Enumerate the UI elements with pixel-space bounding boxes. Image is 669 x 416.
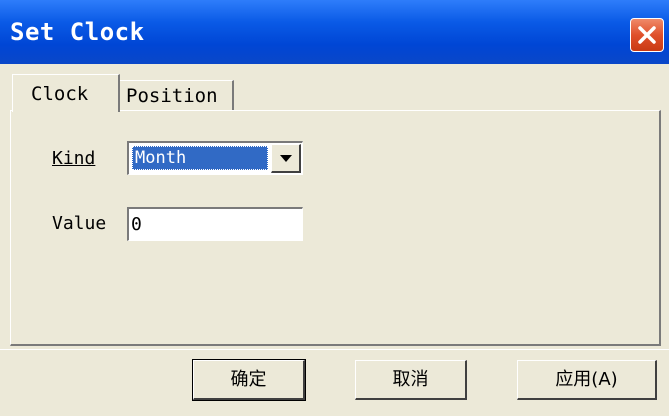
- kind-label-text: Kind: [52, 148, 96, 169]
- tab-position[interactable]: Position: [118, 80, 234, 110]
- kind-label: Kind: [52, 148, 95, 169]
- close-button[interactable]: [630, 18, 664, 52]
- kind-combobox[interactable]: Month: [127, 141, 303, 175]
- value-label: Value: [52, 213, 106, 234]
- value-input-text: 0: [131, 214, 142, 235]
- cancel-button[interactable]: 取消: [355, 360, 467, 400]
- kind-selected-value: Month: [132, 146, 268, 170]
- window-title: Set Clock: [10, 18, 145, 46]
- close-icon: [638, 26, 656, 44]
- apply-button[interactable]: 应用(A): [517, 360, 657, 400]
- kind-dropdown-button[interactable]: [271, 144, 301, 173]
- value-input[interactable]: 0: [127, 207, 303, 241]
- tab-clock-label: Clock: [31, 83, 89, 105]
- tab-position-label: Position: [126, 85, 218, 107]
- ok-button[interactable]: 确定: [192, 359, 306, 401]
- title-bar[interactable]: Set Clock: [0, 0, 669, 64]
- tab-clock[interactable]: Clock: [12, 74, 120, 112]
- tab-panel-clock: [10, 110, 661, 346]
- value-label-text: Value: [52, 213, 107, 234]
- divider: [0, 349, 669, 350]
- chevron-down-icon: [280, 155, 292, 162]
